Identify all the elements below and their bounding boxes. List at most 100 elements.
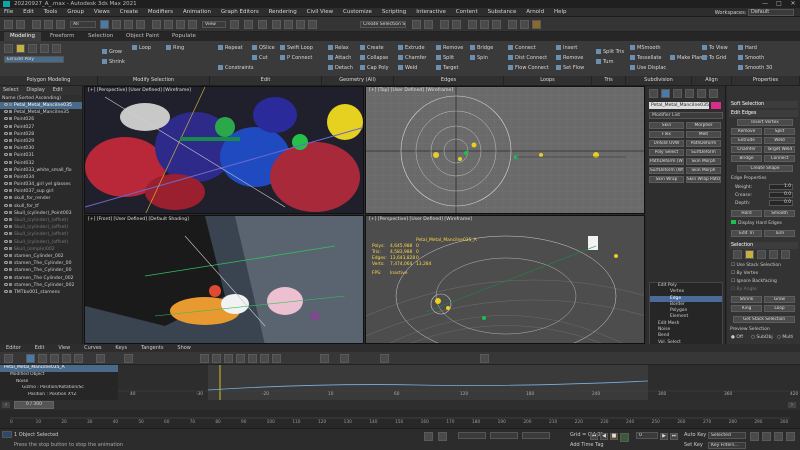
rendered-frame-window-icon[interactable] bbox=[520, 20, 529, 29]
tab-modeling[interactable]: Modeling bbox=[4, 32, 42, 41]
undo-icon[interactable] bbox=[4, 20, 13, 29]
loop-button[interactable]: Loop bbox=[132, 45, 151, 51]
edges-chamfer-button[interactable]: Chamfer bbox=[731, 146, 762, 153]
list-item[interactable]: Point026 bbox=[0, 116, 82, 123]
modifier-button[interactable]: Skin bbox=[649, 122, 684, 129]
zoom-icon[interactable] bbox=[750, 432, 759, 441]
edges-weld-button[interactable]: Weld bbox=[764, 137, 795, 144]
menu-interactive[interactable]: Interactive bbox=[412, 8, 450, 17]
percent-snap-icon[interactable] bbox=[296, 20, 305, 29]
group-loops[interactable]: Loops bbox=[504, 76, 592, 85]
keyboard-shortcut-icon[interactable] bbox=[258, 20, 267, 29]
insert-vertex-button[interactable]: Insert Vertex bbox=[737, 119, 793, 126]
scale-values-icon[interactable] bbox=[62, 354, 71, 363]
create-panel-icon[interactable] bbox=[649, 89, 658, 98]
sel-vertex-icon[interactable] bbox=[733, 250, 742, 259]
curve-graph[interactable] bbox=[118, 365, 800, 400]
flow-connect-button[interactable]: Flow Connect bbox=[508, 65, 549, 71]
depth-spinner[interactable]: 0.0 bbox=[769, 200, 793, 206]
repeat-button[interactable]: Repeat bbox=[218, 45, 243, 51]
by-vertex-checkbox[interactable]: ☐ By Vertex bbox=[731, 271, 758, 276]
visibility-eye-icon[interactable] bbox=[4, 153, 8, 157]
modify-panel-icon[interactable] bbox=[661, 89, 670, 98]
list-item[interactable]: Point032 bbox=[0, 160, 82, 167]
tab-populate[interactable]: Populate bbox=[166, 32, 202, 41]
to-view-button[interactable]: To View bbox=[702, 45, 728, 51]
selection-shrink-button[interactable]: Shrink bbox=[731, 296, 762, 303]
vertex-subobject-icon[interactable] bbox=[4, 44, 13, 53]
modifier-list-dropdown[interactable]: Modifier List bbox=[649, 112, 723, 119]
smooth-30-button[interactable]: Smooth 30 bbox=[738, 65, 772, 71]
extrude-button[interactable]: Extrude bbox=[398, 45, 425, 51]
menu-scripting[interactable]: Scripting bbox=[378, 8, 410, 17]
explorer-sort-header[interactable]: Name (Sorted Ascending) bbox=[0, 95, 82, 102]
viewport-label-top-right[interactable]: [+] [Top] [User Defined] [Wireframe] bbox=[369, 88, 453, 93]
list-item[interactable]: Skull_(cylinder)_(offset) bbox=[0, 231, 82, 238]
visibility-eye-icon[interactable] bbox=[4, 110, 8, 114]
tree-position[interactable]: Position : Position XYZ bbox=[0, 392, 118, 399]
key-filters-button[interactable]: Key Filters... bbox=[708, 442, 746, 449]
visibility-eye-icon[interactable] bbox=[4, 203, 8, 207]
track-bar[interactable]: 0 10 20 30 40 50 60 70 80 90 100 110 120 130 140 150 160… bbox=[0, 410, 800, 428]
schematic-view-icon[interactable] bbox=[480, 20, 489, 29]
by-angle-checkbox[interactable]: ☐ By Angle: bbox=[731, 287, 758, 292]
spin-button[interactable]: Spin bbox=[470, 55, 488, 61]
modifier-button[interactable]: Morpher bbox=[686, 122, 721, 129]
border-subobject-icon[interactable] bbox=[28, 44, 37, 53]
visibility-eye-icon[interactable] bbox=[4, 182, 8, 186]
list-item[interactable]: skull_for_render bbox=[0, 195, 82, 202]
group-align[interactable]: Align bbox=[692, 76, 732, 85]
curve-menu-tangents[interactable]: Tangents bbox=[135, 344, 169, 352]
split-button[interactable]: Split bbox=[436, 55, 454, 61]
edit-tri-button[interactable]: Edit Tri bbox=[731, 230, 762, 237]
modifier-button[interactable]: Skin Wrap bbox=[649, 176, 684, 183]
visibility-eye-icon[interactable] bbox=[4, 117, 8, 121]
visibility-eye-icon[interactable] bbox=[4, 282, 8, 286]
preview-subobj-radio[interactable]: ○ SubObj bbox=[751, 335, 773, 340]
redo-icon[interactable] bbox=[16, 20, 25, 29]
snaps-toggle-icon[interactable] bbox=[272, 20, 281, 29]
modifier-button[interactable]: SurfDeform (WS) bbox=[649, 167, 684, 174]
visibility-eye-icon[interactable] bbox=[4, 218, 8, 221]
go-to-start-button[interactable]: ⏮ bbox=[590, 433, 598, 440]
list-item[interactable]: Point037_sup girl bbox=[0, 188, 82, 195]
time-slider-right-arrow[interactable]: › bbox=[788, 402, 796, 408]
group-geometry-all[interactable]: Geometry (All) bbox=[322, 76, 394, 85]
edges-hard-button[interactable]: Hard bbox=[731, 210, 762, 217]
display-hard-edges-checkbox[interactable]: Display Hard Edges bbox=[731, 220, 782, 226]
ring-button[interactable]: Ring bbox=[166, 45, 184, 51]
list-item[interactable]: Point027 bbox=[0, 124, 82, 131]
y-coordinate-field[interactable] bbox=[490, 432, 518, 439]
angle-snap-icon[interactable] bbox=[284, 20, 293, 29]
reduce-keys-icon[interactable] bbox=[124, 354, 133, 363]
visibility-eye-icon[interactable] bbox=[4, 103, 8, 106]
set-key-button[interactable]: Set Key bbox=[684, 442, 703, 448]
tessellate-button[interactable]: Tessellate bbox=[630, 55, 661, 61]
use-stack-selection-checkbox[interactable]: ☐ Use Stack Selection bbox=[731, 263, 781, 268]
ignore-backfacing-checkbox[interactable]: ☐ Ignore Backfacing bbox=[731, 279, 777, 284]
cut-button[interactable]: Cut bbox=[252, 55, 268, 61]
list-item[interactable]: Point028 bbox=[0, 131, 82, 138]
draw-curves-icon[interactable] bbox=[96, 354, 105, 363]
list-item[interactable]: TMTbx001_stamens bbox=[0, 289, 82, 296]
selection-grow-button[interactable]: Grow bbox=[764, 296, 795, 303]
visibility-eye-icon[interactable] bbox=[4, 253, 8, 257]
menu-create[interactable]: Create bbox=[116, 8, 142, 17]
maximize-button[interactable]: □ bbox=[772, 0, 786, 8]
select-by-name-icon[interactable] bbox=[112, 20, 121, 29]
modifier-button[interactable]: Skin Morph bbox=[686, 167, 721, 174]
curve-menu-editor[interactable]: Editor bbox=[0, 344, 27, 352]
visibility-eye-icon[interactable] bbox=[4, 196, 8, 200]
maximize-viewport-icon[interactable] bbox=[786, 432, 795, 441]
selection-lock-icon[interactable] bbox=[438, 432, 447, 441]
list-item[interactable]: Skull_(simple)002 bbox=[0, 246, 82, 253]
sel-element-icon[interactable] bbox=[781, 250, 790, 259]
collapse-button[interactable]: Collapse bbox=[360, 55, 388, 61]
tab-freeform[interactable]: Freeform bbox=[44, 32, 81, 41]
menu-help[interactable]: Help bbox=[550, 8, 571, 17]
list-item[interactable]: Skull_(cylinder)_(offset) bbox=[0, 224, 82, 231]
list-item[interactable]: Point034 bbox=[0, 174, 82, 181]
relax-button[interactable]: Relax bbox=[328, 45, 349, 51]
detach-button[interactable]: Detach bbox=[328, 65, 353, 71]
explorer-tab-display[interactable]: Display bbox=[23, 86, 47, 95]
